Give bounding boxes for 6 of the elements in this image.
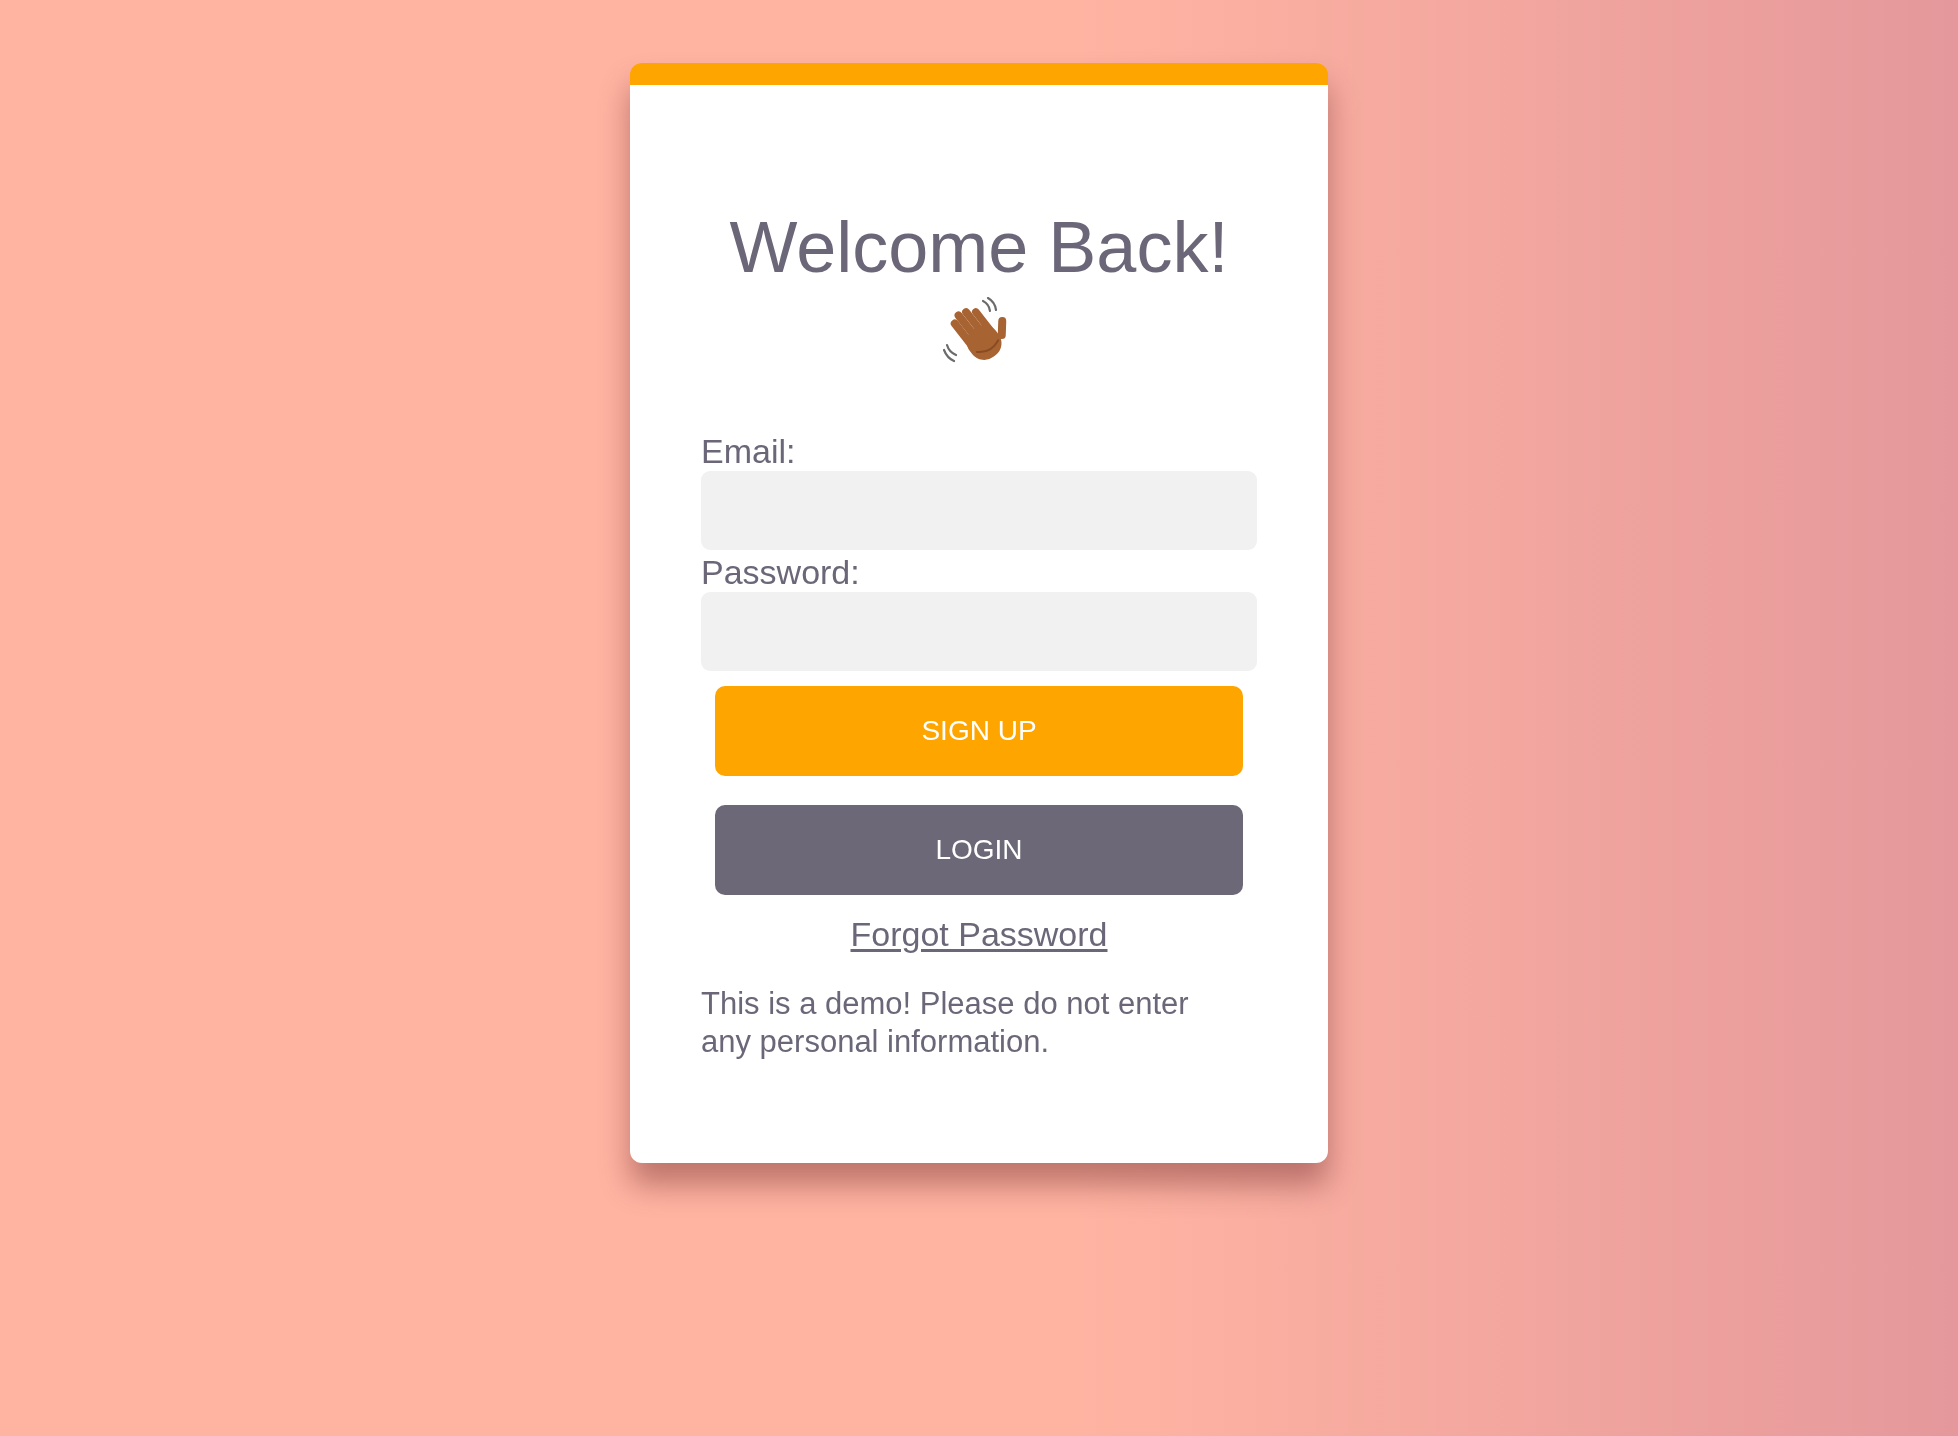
field-label: Email:	[701, 431, 796, 471]
forgot-password-link[interactable]: Forgot Password	[850, 914, 1108, 954]
welcome-heading: Welcome Back!	[729, 206, 1229, 289]
login-button[interactable]: LOGIN	[715, 805, 1243, 895]
demo-notice: This is a demo! Please do not enter any personal information.	[701, 985, 1190, 1061]
field-label: Password:	[701, 552, 860, 592]
